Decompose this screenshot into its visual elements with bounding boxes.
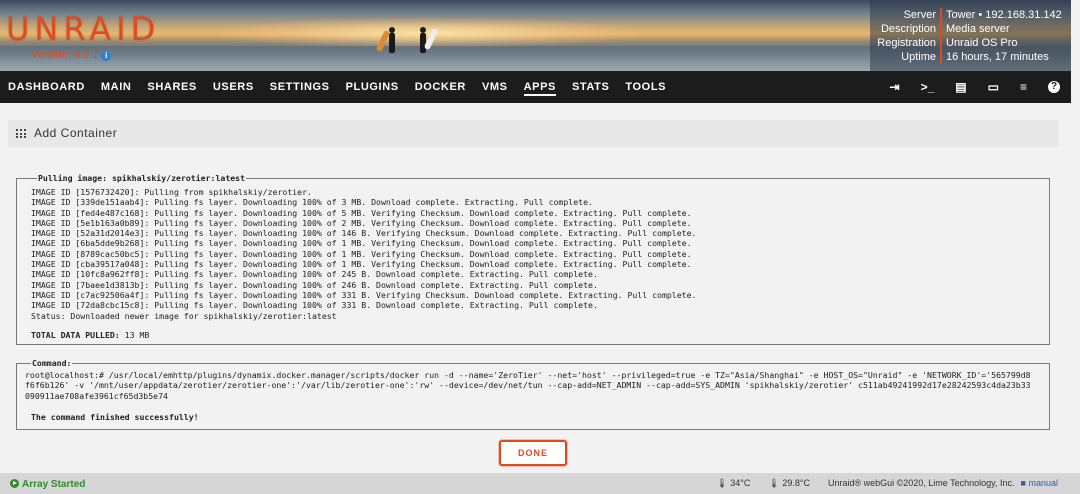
book-icon: ■ — [1020, 478, 1026, 488]
server-value: Tower • 192.168.31.142 — [940, 8, 1062, 22]
total-label: TOTAL DATA PULLED: — [31, 329, 120, 340]
temperature-2-value: 29.8°C — [782, 478, 810, 488]
tab-dashboard[interactable]: DASHBOARD — [8, 71, 85, 103]
uptime-value: 16 hours, 17 minutes — [940, 50, 1049, 64]
version-text: Version: 6.9.1 — [31, 49, 99, 61]
grid-icon — [16, 129, 26, 138]
copyright-text: Unraid® webGui ©2020, Lime Technology, I… — [827, 478, 1015, 488]
server-info-row: Uptime 16 hours, 17 minutes — [870, 50, 1070, 64]
log-line: IMAGE ID [5e1b163a0b89]: Pulling fs laye… — [31, 217, 692, 228]
log-line: IMAGE ID [7baee1d3813b]: Pulling fs laye… — [31, 279, 598, 290]
server-info-row: Description Media server — [870, 22, 1070, 36]
description-label: Description — [880, 23, 936, 35]
tab-vms[interactable]: VMS — [482, 71, 508, 103]
total-value: 13 MB — [124, 329, 150, 340]
temperature-2: 🌡 29.8°C — [768, 478, 810, 489]
log-line: IMAGE ID [6ba5dde9b268]: Pulling fs laye… — [31, 238, 692, 249]
header-banner: UNRAID Version: 6.9.1 i Server Tower • 192… — [0, 0, 1080, 71]
log-line: IMAGE ID [72da8cbc15c8]: Pulling fs laye… — [31, 300, 598, 311]
server-info-row: Server Tower • 192.168.31.142 — [870, 8, 1070, 22]
registration-value[interactable]: Unraid OS Pro — [940, 36, 1018, 50]
server-label: Server — [903, 9, 936, 21]
command-box: Command: root@localhost:# /usr/local/emh… — [16, 358, 1050, 430]
pull-log-legend: Pulling image: spikhalskiy/zerotier:late… — [38, 173, 246, 183]
version-label: Version: 6.9.1 i — [31, 49, 112, 61]
main-nav: DASHBOARD MAIN SHARES USERS SETTINGS PLU… — [0, 71, 1080, 103]
status-bar-right: 🌡 34°C 🌡 29.8°C Unraid® webGui ©2020, Li… — [716, 478, 1058, 489]
log-line: IMAGE ID [52a31d2014e3]: Pulling fs laye… — [31, 228, 697, 239]
log-line: IMAGE ID [cba39517a048]: Pulling fs laye… — [31, 259, 692, 270]
tab-plugins[interactable]: PLUGINS — [346, 71, 399, 103]
array-status[interactable]: Array Started — [10, 478, 85, 490]
display-icon[interactable]: ▭ — [988, 80, 999, 94]
log-line: IMAGE ID [c7ac92506a4f]: Pulling fs laye… — [31, 289, 697, 300]
page-title: Add Container — [34, 126, 118, 140]
tab-main[interactable]: MAIN — [101, 71, 132, 103]
registration-label: Registration — [877, 37, 936, 49]
temperature-1-value: 34°C — [730, 478, 751, 488]
terminal-icon[interactable]: >_ — [921, 80, 935, 94]
unraid-logo[interactable]: UNRAID — [6, 10, 160, 48]
tab-users[interactable]: USERS — [213, 71, 254, 103]
tab-shares[interactable]: SHARES — [147, 71, 196, 103]
info-icon[interactable]: i — [101, 51, 112, 61]
done-button[interactable]: DONE — [499, 440, 567, 466]
server-info-row: Registration Unraid OS Pro — [870, 36, 1070, 50]
tab-apps[interactable]: APPS — [523, 71, 557, 103]
help-icon[interactable]: ? — [1048, 81, 1060, 93]
logout-icon[interactable]: ⇥ — [890, 80, 900, 94]
thermometer-icon: 🌡 — [716, 478, 728, 488]
play-icon — [10, 479, 19, 488]
command-finished-message: The command finished successfully! — [31, 411, 199, 422]
uptime-label: Uptime — [901, 51, 936, 63]
pull-log-box: Pulling image: spikhalskiy/zerotier:late… — [16, 173, 1050, 345]
manual-label: manual — [1028, 478, 1058, 488]
log-line: Status: Downloaded newer image for spikh… — [31, 310, 337, 321]
page-scrollbar[interactable] — [1071, 0, 1080, 473]
tab-settings[interactable]: SETTINGS — [270, 71, 330, 103]
log-line: IMAGE ID [10fc8a962ff8]: Pulling fs laye… — [31, 269, 598, 280]
command-legend: Command: — [32, 358, 72, 368]
page-title-bar: Add Container — [8, 120, 1058, 147]
log-line: IMAGE ID [fed4e487c168]: Pulling fs laye… — [31, 207, 692, 218]
tab-tools[interactable]: TOOLS — [625, 71, 666, 103]
thermometer-icon: 🌡 — [768, 478, 780, 488]
tab-docker[interactable]: DOCKER — [415, 71, 466, 103]
status-bar: Array Started 🌡 34°C 🌡 29.8°C Unraid® we… — [0, 473, 1080, 494]
log-icon[interactable]: ≡ — [1020, 80, 1027, 94]
log-line: IMAGE ID [339de151aab4]: Pulling fs laye… — [31, 197, 593, 208]
log-line: IMAGE ID [1576732420]: Pulling from spik… — [31, 187, 312, 197]
log-line: IMAGE ID [8789cac50bc5]: Pulling fs laye… — [31, 248, 692, 259]
nav-icons: ⇥ >_ ▤ ▭ ≡ ? — [869, 71, 1060, 103]
manual-link[interactable]: ■ manual — [1021, 478, 1058, 489]
command-text: root@localhost:# /usr/local/emhttp/plugi… — [25, 370, 1031, 401]
feedback-icon[interactable]: ▤ — [955, 80, 966, 94]
total-data-pulled: TOTAL DATA PULLED: 13 MB — [31, 330, 1049, 340]
temperature-1: 🌡 34°C — [716, 478, 750, 489]
server-info-panel: Server Tower • 192.168.31.142 Description… — [870, 0, 1080, 71]
description-value: Media server — [940, 22, 1010, 36]
tab-stats[interactable]: STATS — [572, 71, 609, 103]
array-status-text: Array Started — [22, 479, 86, 490]
